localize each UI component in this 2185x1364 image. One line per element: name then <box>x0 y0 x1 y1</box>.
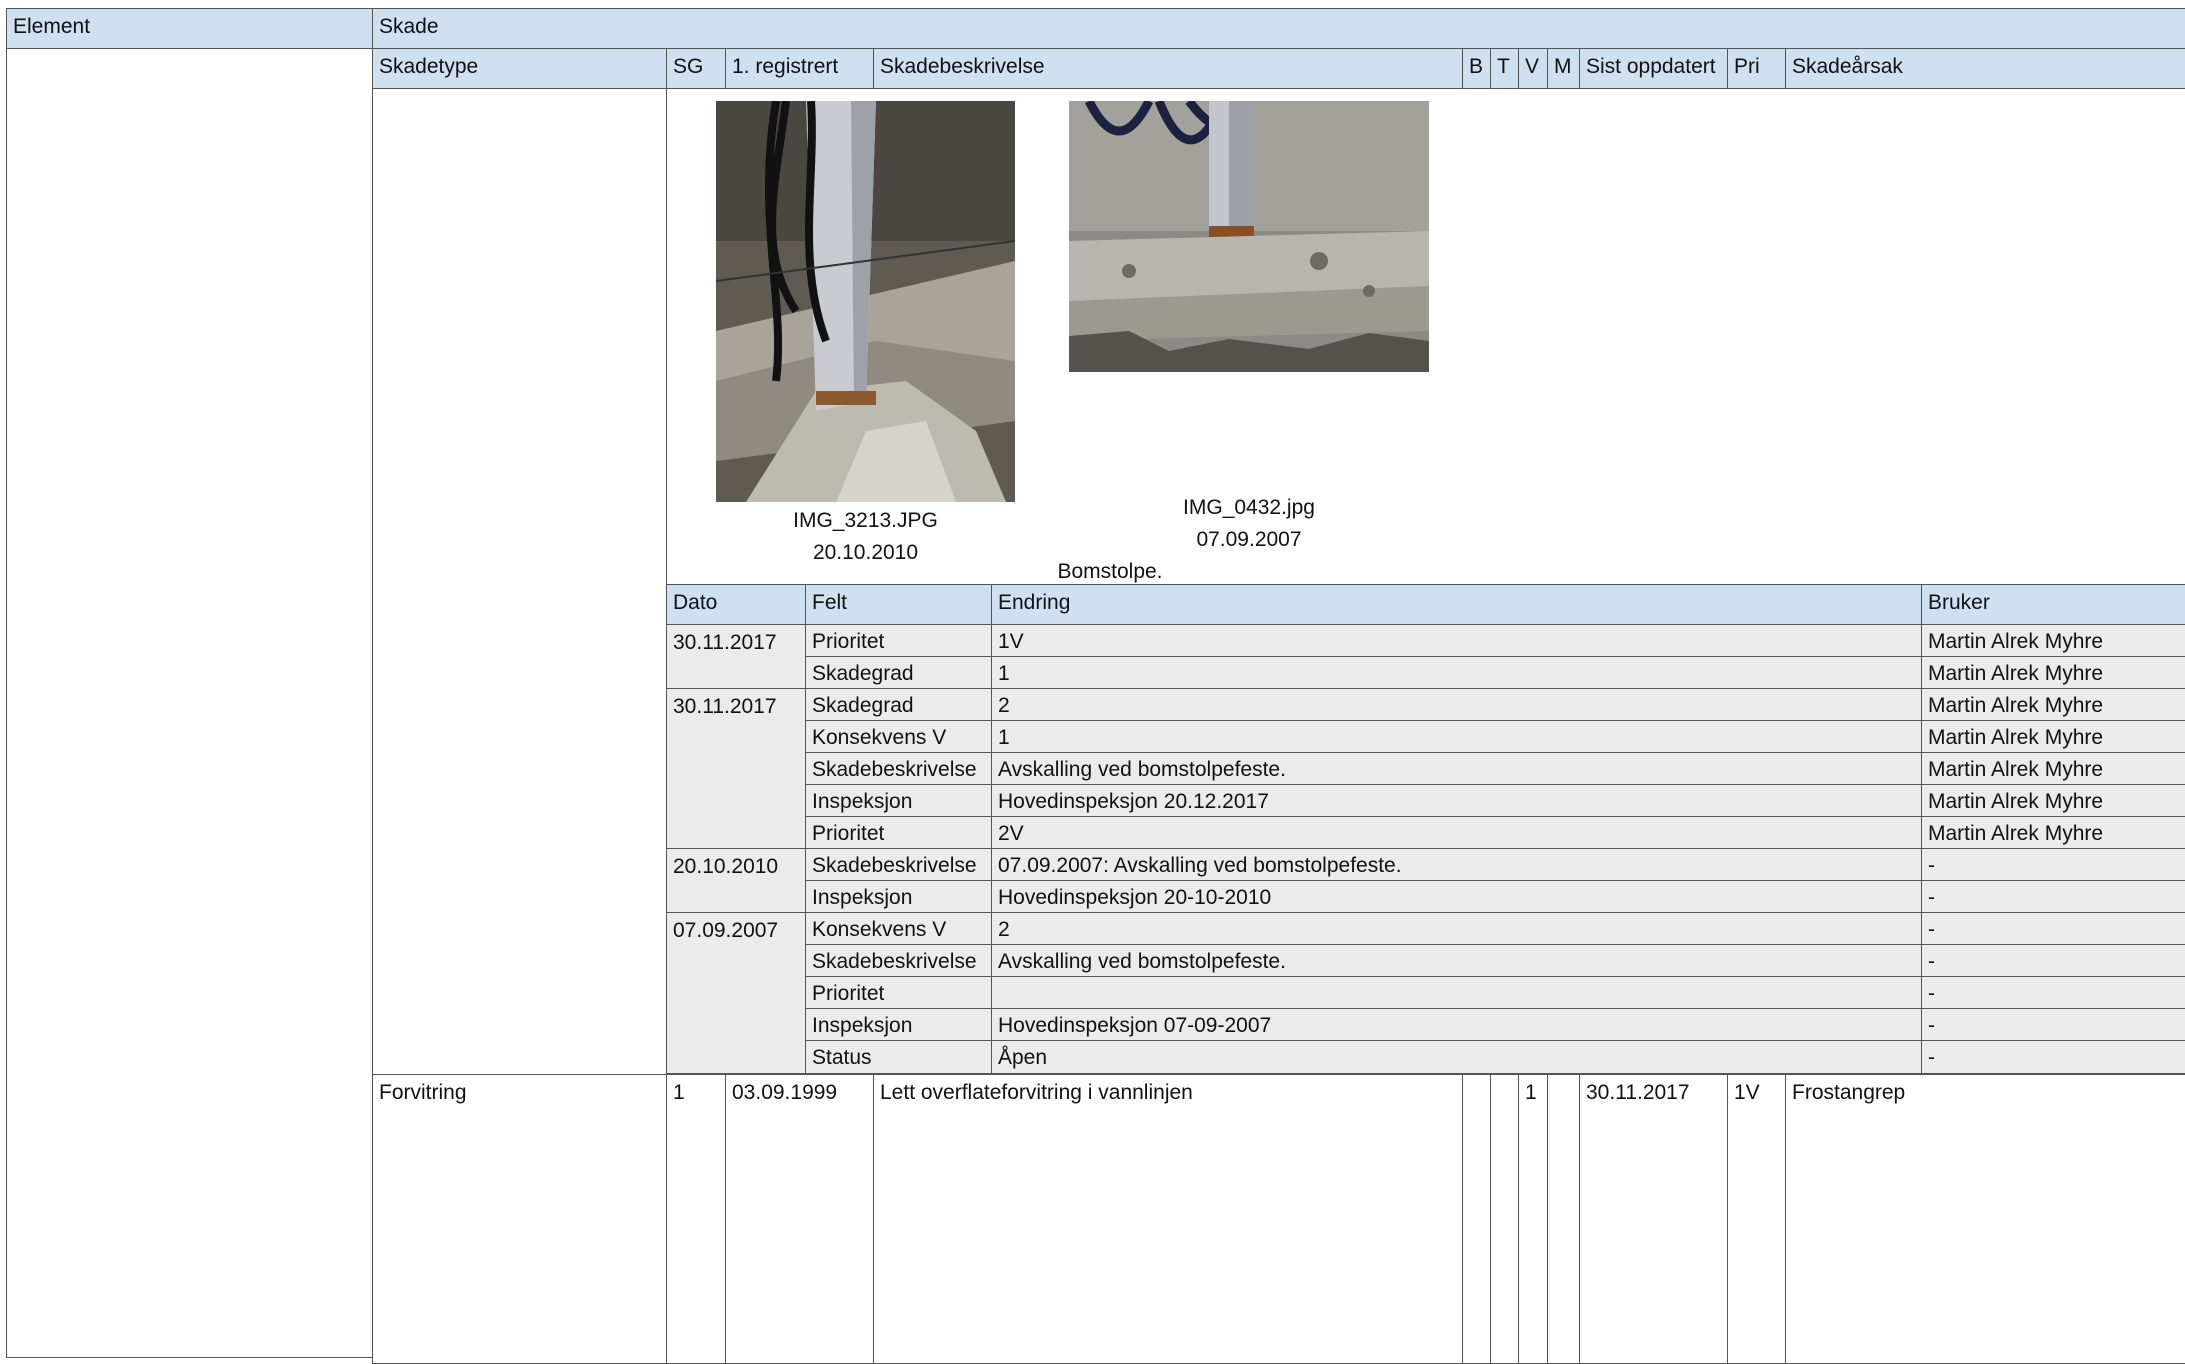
col-registrert: 1. registrert <box>725 48 875 90</box>
col-sg: SG <box>666 48 727 90</box>
history-bruker: - <box>1921 1008 2185 1042</box>
skadetype-cell <box>372 88 668 1076</box>
damage-skadebeskrivelse: Lett overflateforvitring i vannlinjen <box>873 1074 1464 1364</box>
history-bruker: - <box>1921 912 2185 946</box>
history-bruker: - <box>1921 944 2185 978</box>
history-date: 20.10.2010 <box>666 848 807 914</box>
damage-photo-1[interactable] <box>716 101 1015 502</box>
history-header-endring: Endring <box>991 584 1923 626</box>
history-felt: Skadegrad <box>805 656 993 690</box>
damage-skadearsak: Frostangrep <box>1785 1074 2185 1364</box>
damage-v: 1 <box>1518 1074 1549 1364</box>
damage-registrert: 03.09.1999 <box>725 1074 875 1364</box>
col-skadearsak: Skadeårsak <box>1785 48 2185 90</box>
history-endring <box>991 976 1923 1010</box>
history-bruker: Martin Alrek Myhre <box>1921 656 2185 690</box>
header-skade: Skade <box>372 8 2185 50</box>
history-felt: Skadebeskrivelse <box>805 848 993 882</box>
damage-sist-oppdatert: 30.11.2017 <box>1579 1074 1729 1364</box>
damage-t <box>1490 1074 1520 1364</box>
history-felt: Konsekvens V <box>805 912 993 946</box>
history-endring: Hovedinspeksjon 20.12.2017 <box>991 784 1923 818</box>
element-cell <box>6 48 374 1358</box>
history-date: 30.11.2017 <box>666 688 807 850</box>
history-endring: 2 <box>991 688 1923 722</box>
history-felt: Prioritet <box>805 976 993 1010</box>
history-bruker: - <box>1921 976 2185 1010</box>
header-element: Element <box>6 8 374 50</box>
history-endring: Åpen <box>991 1040 1923 1074</box>
history-felt: Status <box>805 1040 993 1074</box>
history-bruker: Martin Alrek Myhre <box>1921 752 2185 786</box>
damage-pri: 1V <box>1727 1074 1787 1364</box>
photo-1-filename: IMG_3213.JPG <box>793 509 938 532</box>
history-felt: Skadebeskrivelse <box>805 944 993 978</box>
history-bruker: - <box>1921 848 2185 882</box>
history-endring: Hovedinspeksjon 20-10-2010 <box>991 880 1923 914</box>
damage-photo-2[interactable] <box>1069 101 1429 372</box>
history-header-dato: Dato <box>666 584 807 626</box>
history-bruker: - <box>1921 880 2185 914</box>
history-felt: Inspeksjon <box>805 1008 993 1042</box>
col-t: T <box>1490 48 1520 90</box>
col-v: V <box>1518 48 1549 90</box>
history-felt: Skadebeskrivelse <box>805 752 993 786</box>
history-bruker: Martin Alrek Myhre <box>1921 624 2185 658</box>
history-endring: 2V <box>991 816 1923 850</box>
history-date: 30.11.2017 <box>666 624 807 690</box>
history-endring: Hovedinspeksjon 07-09-2007 <box>991 1008 1923 1042</box>
photo-2-filename: IMG_0432.jpg <box>1183 496 1315 519</box>
history-felt: Inspeksjon <box>805 784 993 818</box>
history-felt: Skadegrad <box>805 688 993 722</box>
damage-b <box>1462 1074 1492 1364</box>
col-sist-oppdatert: Sist oppdatert <box>1579 48 1729 90</box>
photo-2-date: 07.09.2007 <box>1196 528 1302 551</box>
history-endring: 07.09.2007: Avskalling ved bomstolpefest… <box>991 848 1923 882</box>
damage-m <box>1547 1074 1581 1364</box>
history-header-felt: Felt <box>805 584 993 626</box>
history-endring: 1 <box>991 720 1923 754</box>
history-endring: 2 <box>991 912 1923 946</box>
history-header-bruker: Bruker <box>1921 584 2185 626</box>
history-bruker: Martin Alrek Myhre <box>1921 720 2185 754</box>
history-bruker: - <box>1921 1040 2185 1074</box>
photo-1-date: 20.10.2010 <box>812 541 919 564</box>
damage-sg: 1 <box>666 1074 727 1364</box>
history-felt: Prioritet <box>805 624 993 658</box>
history-bruker: Martin Alrek Myhre <box>1921 784 2185 818</box>
col-pri: Pri <box>1727 48 1787 90</box>
history-endring: 1V <box>991 624 1923 658</box>
history-endring: 1 <box>991 656 1923 690</box>
history-bruker: Martin Alrek Myhre <box>1921 688 2185 722</box>
photo-caption: Bomstolpe. <box>1057 560 1163 583</box>
history-bruker: Martin Alrek Myhre <box>1921 816 2185 850</box>
history-felt: Prioritet <box>805 816 993 850</box>
history-endring: Avskalling ved bomstolpefeste. <box>991 944 1923 978</box>
col-skadebeskrivelse: Skadebeskrivelse <box>873 48 1464 90</box>
history-felt: Inspeksjon <box>805 880 993 914</box>
col-skadetype: Skadetype <box>372 48 668 90</box>
damage-skadetype: Forvitring <box>372 1074 668 1364</box>
col-m: M <box>1547 48 1581 90</box>
col-b: B <box>1462 48 1492 90</box>
history-felt: Konsekvens V <box>805 720 993 754</box>
history-date: 07.09.2007 <box>666 912 807 1074</box>
history-endring: Avskalling ved bomstolpefeste. <box>991 752 1923 786</box>
